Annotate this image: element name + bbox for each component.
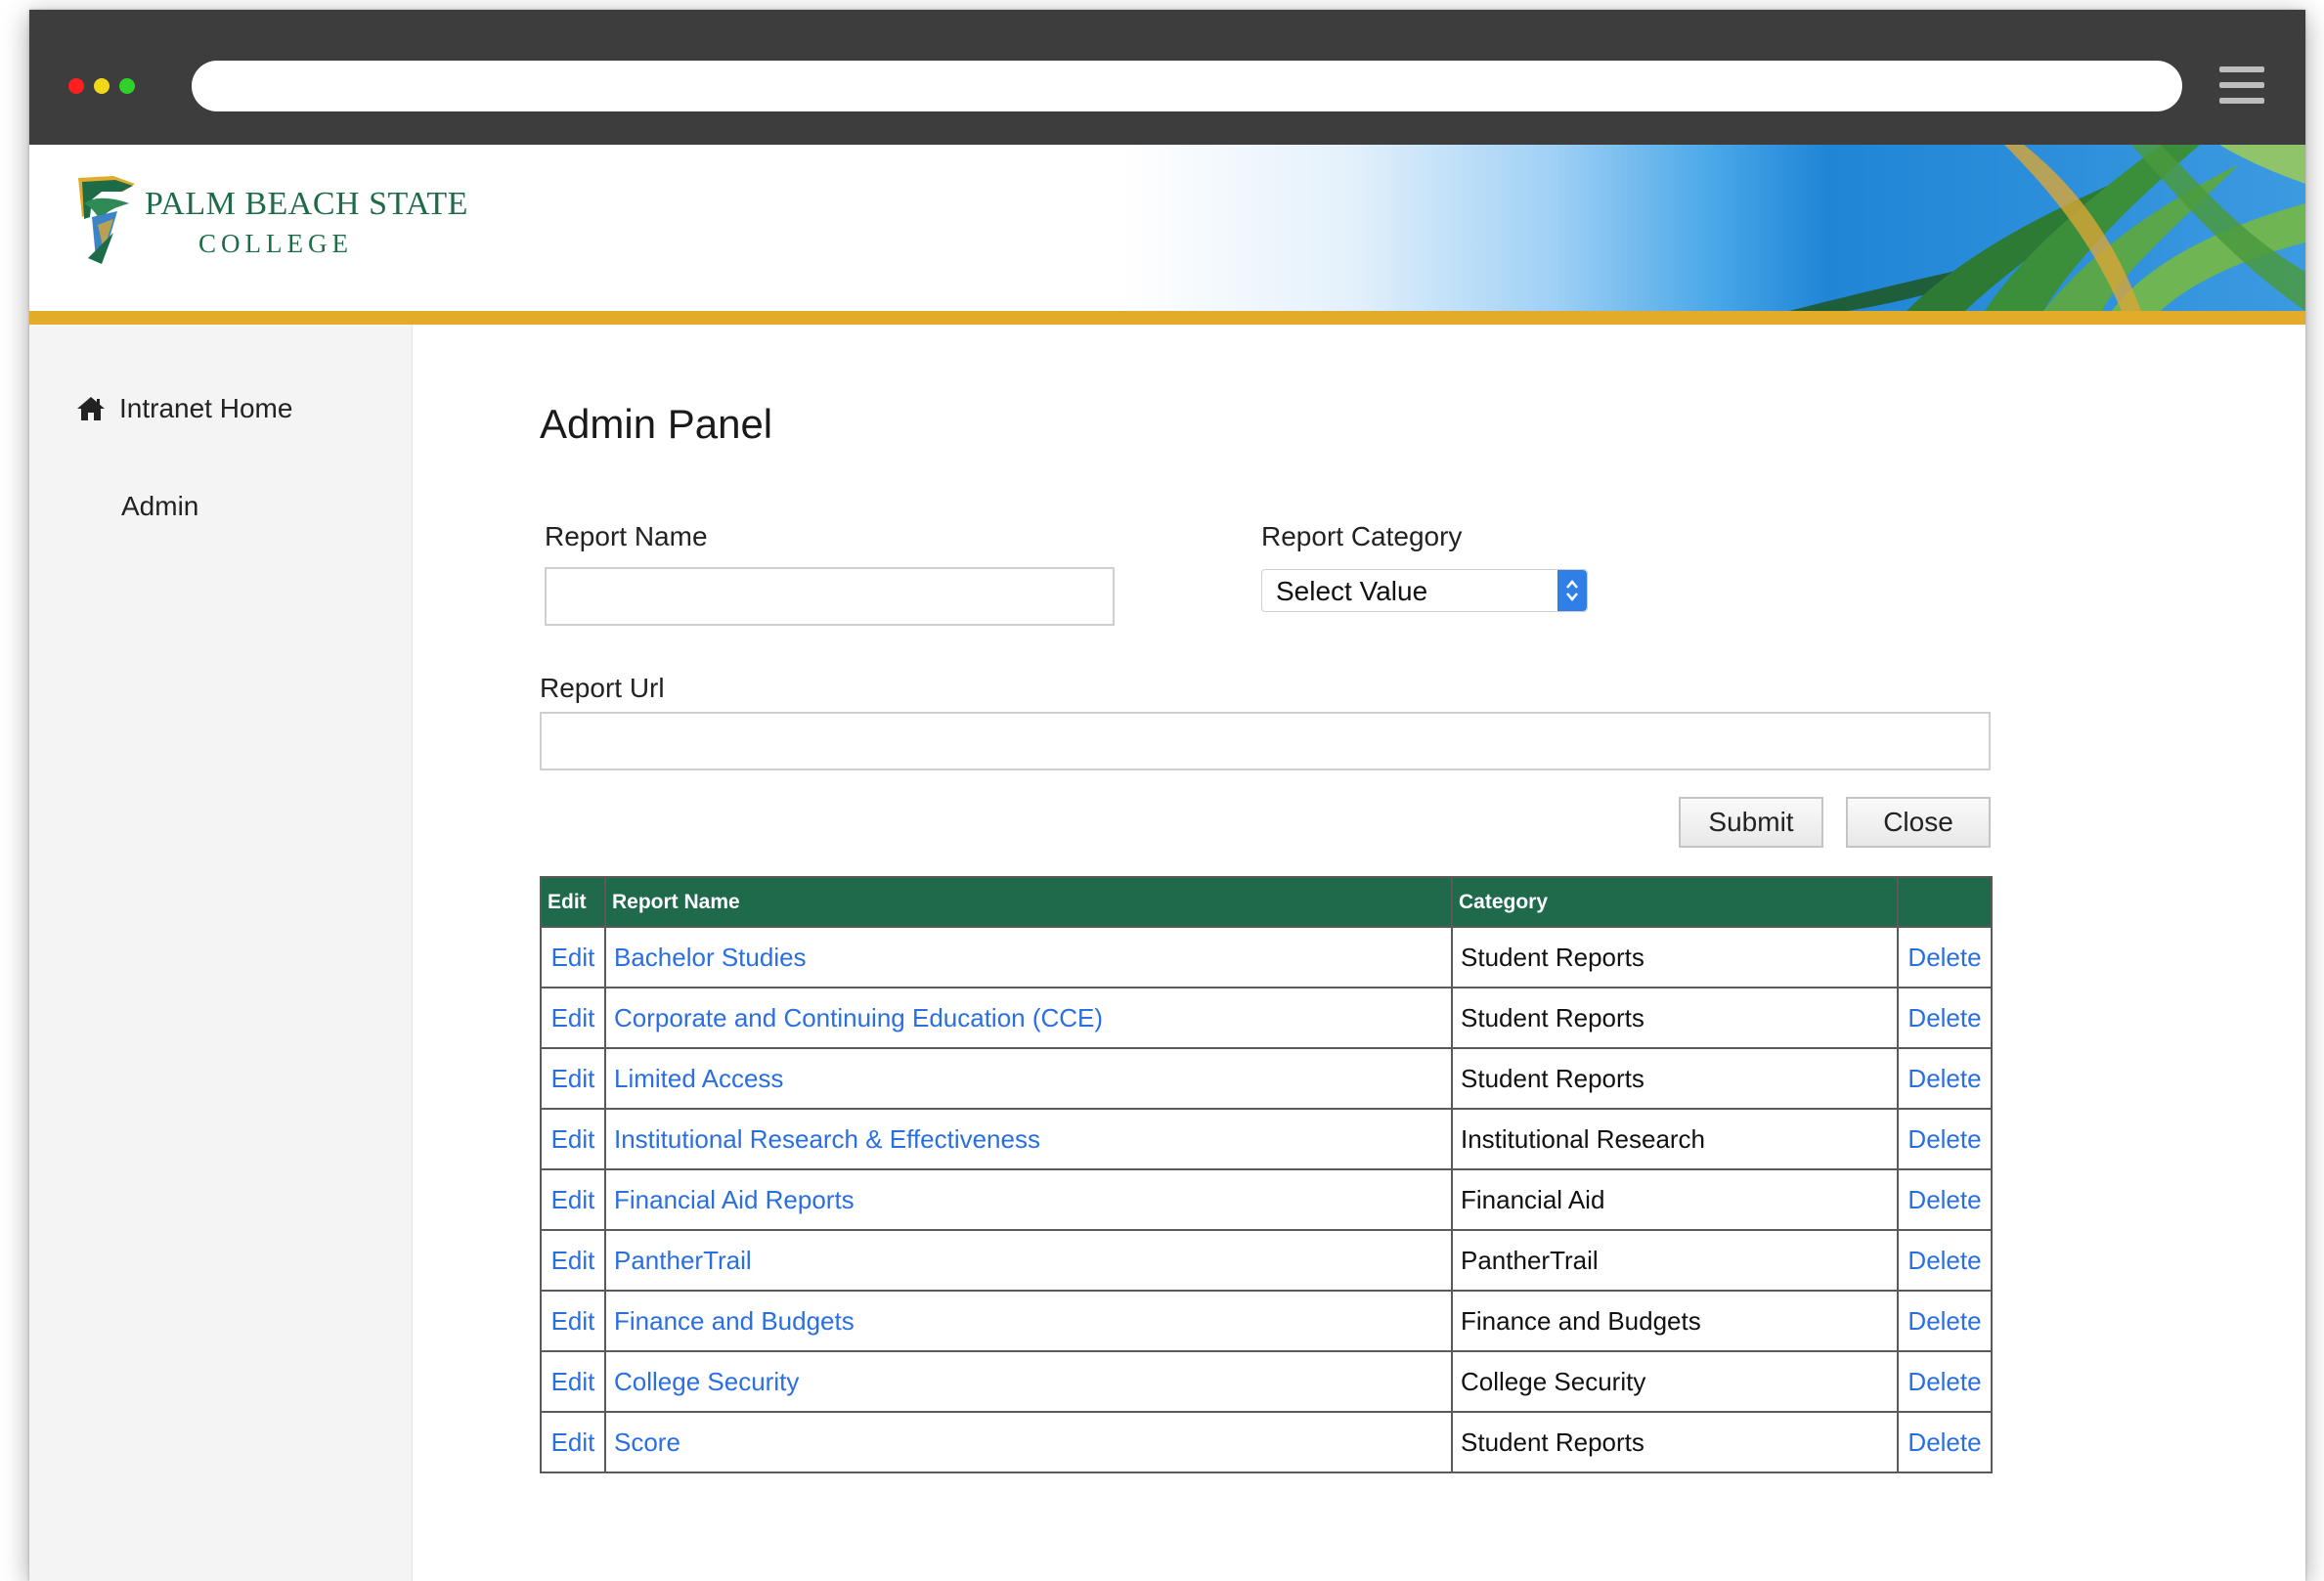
edit-link[interactable]: Edit xyxy=(540,1350,606,1413)
category-cell: PantherTrail xyxy=(1451,1229,1899,1292)
delete-link[interactable]: Delete xyxy=(1897,926,1993,988)
header-accent-bar xyxy=(29,311,2305,325)
delete-link[interactable]: Delete xyxy=(1897,1350,1993,1413)
category-cell: Student Reports xyxy=(1451,1411,1899,1473)
column-header-actions xyxy=(1897,876,1993,928)
edit-link[interactable]: Edit xyxy=(540,1290,606,1352)
edit-link[interactable]: Edit xyxy=(540,1108,606,1170)
category-cell: Finance and Budgets xyxy=(1451,1290,1899,1352)
close-button[interactable]: Close xyxy=(1846,797,1991,848)
logo-emblem-icon xyxy=(78,176,135,264)
report-name-label: Report Name xyxy=(545,521,708,551)
delete-link[interactable]: Delete xyxy=(1897,987,1993,1049)
delete-link[interactable]: Delete xyxy=(1897,1229,1993,1292)
table-row: Edit Bachelor Studies Student Reports De… xyxy=(540,926,1993,988)
delete-link[interactable]: Delete xyxy=(1897,1168,1993,1231)
select-stepper-icon xyxy=(1557,570,1587,611)
category-cell: Financial Aid xyxy=(1451,1168,1899,1231)
report-name-link[interactable]: Corporate and Continuing Education (CCE) xyxy=(604,987,1453,1049)
palm-tree-image xyxy=(1789,145,2305,311)
report-name-link[interactable]: Financial Aid Reports xyxy=(604,1168,1453,1231)
column-header-edit: Edit xyxy=(540,876,606,928)
delete-link[interactable]: Delete xyxy=(1897,1047,1993,1110)
category-cell: Student Reports xyxy=(1451,987,1899,1049)
category-cell: Student Reports xyxy=(1451,926,1899,988)
table-row: Edit Financial Aid Reports Financial Aid… xyxy=(540,1168,1993,1231)
report-name-link[interactable]: Bachelor Studies xyxy=(604,926,1453,988)
logo-title: PALM BEACH STATE xyxy=(145,186,468,222)
edit-link[interactable]: Edit xyxy=(540,926,606,988)
report-name-link[interactable]: Limited Access xyxy=(604,1047,1453,1110)
edit-link[interactable]: Edit xyxy=(540,1168,606,1231)
sidebar-item-label: Admin xyxy=(121,491,199,521)
edit-link[interactable]: Edit xyxy=(540,987,606,1049)
sidebar-item-admin[interactable]: Admin xyxy=(121,491,198,522)
hamburger-menu-icon[interactable] xyxy=(2219,66,2264,104)
table-row: Edit Limited Access Student Reports Dele… xyxy=(540,1047,1993,1110)
sidebar-item-label: Intranet Home xyxy=(119,393,293,423)
table-row: Edit Score Student Reports Delete xyxy=(540,1411,1993,1473)
delete-link[interactable]: Delete xyxy=(1897,1290,1993,1352)
submit-button[interactable]: Submit xyxy=(1679,797,1823,848)
home-icon xyxy=(77,397,105,420)
sidebar-item-intranet-home[interactable]: Intranet Home xyxy=(76,393,292,424)
browser-toolbar xyxy=(29,10,2305,145)
edit-link[interactable]: Edit xyxy=(540,1047,606,1110)
delete-link[interactable]: Delete xyxy=(1897,1411,1993,1473)
table-row: Edit College Security College Security D… xyxy=(540,1350,1993,1413)
logo-subtitle: COLLEGE xyxy=(198,229,353,258)
table-header-row: Edit Report Name Category xyxy=(540,876,1993,928)
table-row: Edit Finance and Budgets Finance and Bud… xyxy=(540,1290,1993,1352)
report-name-input[interactable] xyxy=(545,567,1115,626)
window-minimize-dot[interactable] xyxy=(94,78,110,94)
report-category-selected-value: Select Value xyxy=(1276,576,1428,606)
category-cell: Student Reports xyxy=(1451,1047,1899,1110)
sidebar: Intranet Home Admin xyxy=(29,325,413,1581)
report-name-link[interactable]: Institutional Research & Effectiveness xyxy=(604,1108,1453,1170)
report-name-link[interactable]: College Security xyxy=(604,1350,1453,1413)
report-category-label: Report Category xyxy=(1261,521,1463,551)
address-bar[interactable] xyxy=(192,61,2182,111)
column-header-report-name: Report Name xyxy=(604,876,1453,928)
report-name-link[interactable]: Score xyxy=(604,1411,1453,1473)
edit-link[interactable]: Edit xyxy=(540,1229,606,1292)
report-url-label: Report Url xyxy=(540,673,665,703)
report-category-select[interactable]: Select Value xyxy=(1261,569,1588,612)
window-close-dot[interactable] xyxy=(68,78,84,94)
page-title: Admin Panel xyxy=(540,401,773,447)
college-logo[interactable]: PALM BEACH STATE COLLEGE xyxy=(74,174,467,282)
report-name-link[interactable]: Finance and Budgets xyxy=(604,1290,1453,1352)
table-row: Edit Corporate and Continuing Education … xyxy=(540,987,1993,1049)
category-cell: College Security xyxy=(1451,1350,1899,1413)
column-header-category: Category xyxy=(1451,876,1899,928)
category-cell: Institutional Research xyxy=(1451,1108,1899,1170)
table-row: Edit PantherTrail PantherTrail Delete xyxy=(540,1229,1993,1292)
browser-window: PALM BEACH STATE COLLEGE Intranet Home A… xyxy=(29,10,2305,1581)
edit-link[interactable]: Edit xyxy=(540,1411,606,1473)
report-url-input[interactable] xyxy=(540,712,1991,770)
delete-link[interactable]: Delete xyxy=(1897,1108,1993,1170)
window-maximize-dot[interactable] xyxy=(119,78,135,94)
report-name-link[interactable]: PantherTrail xyxy=(604,1229,1453,1292)
reports-table: Edit Report Name Category Edit Bachelor … xyxy=(540,876,1993,1473)
table-row: Edit Institutional Research & Effectiven… xyxy=(540,1108,1993,1170)
header-banner: PALM BEACH STATE COLLEGE xyxy=(29,145,2305,311)
